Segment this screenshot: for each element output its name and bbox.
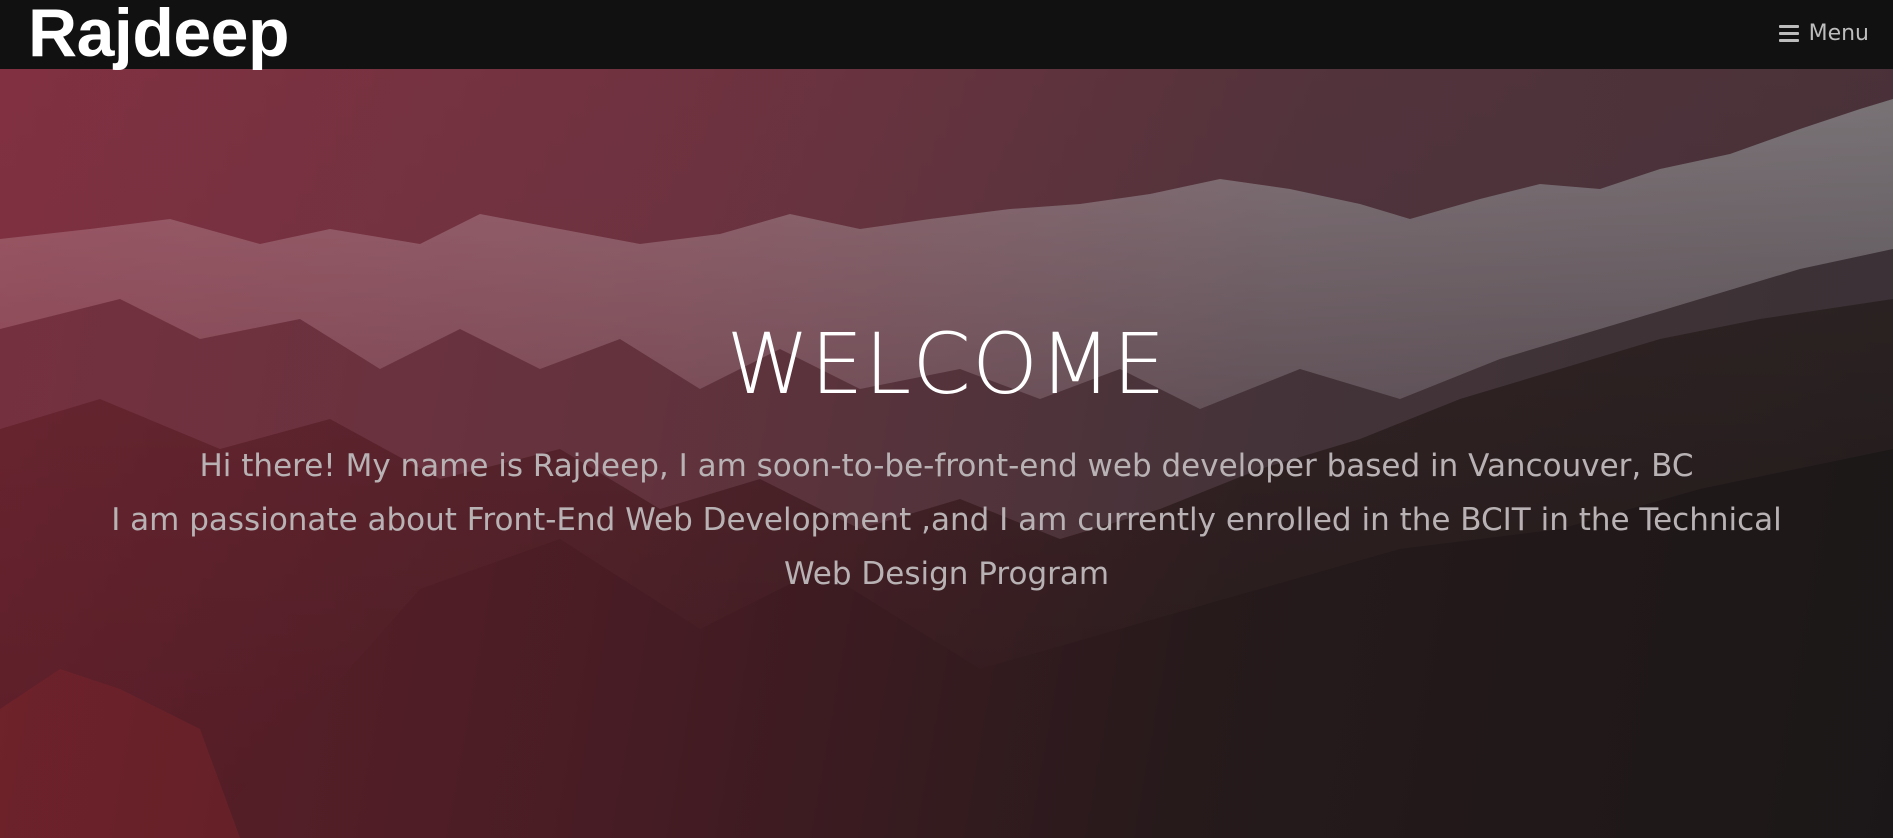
hamburger-icon [1778,24,1799,42]
menu-button[interactable]: Menu [1778,18,1869,48]
site-logo[interactable]: Rajdeep [28,0,290,72]
menu-label: Menu [1808,20,1869,46]
intro-line-1: Hi there! My name is Rajdeep, I am soon-… [199,448,1694,484]
intro-text: Hi there! My name is Rajdeep, I am soon-… [110,439,1783,601]
intro-line-2: I am passionate about Front-End Web Deve… [111,502,1782,592]
hero-section: WELCOME Hi there! My name is Rajdeep, I … [0,69,1893,838]
welcome-heading: WELCOME [726,315,1167,413]
top-navbar: Rajdeep Menu [0,0,1893,72]
